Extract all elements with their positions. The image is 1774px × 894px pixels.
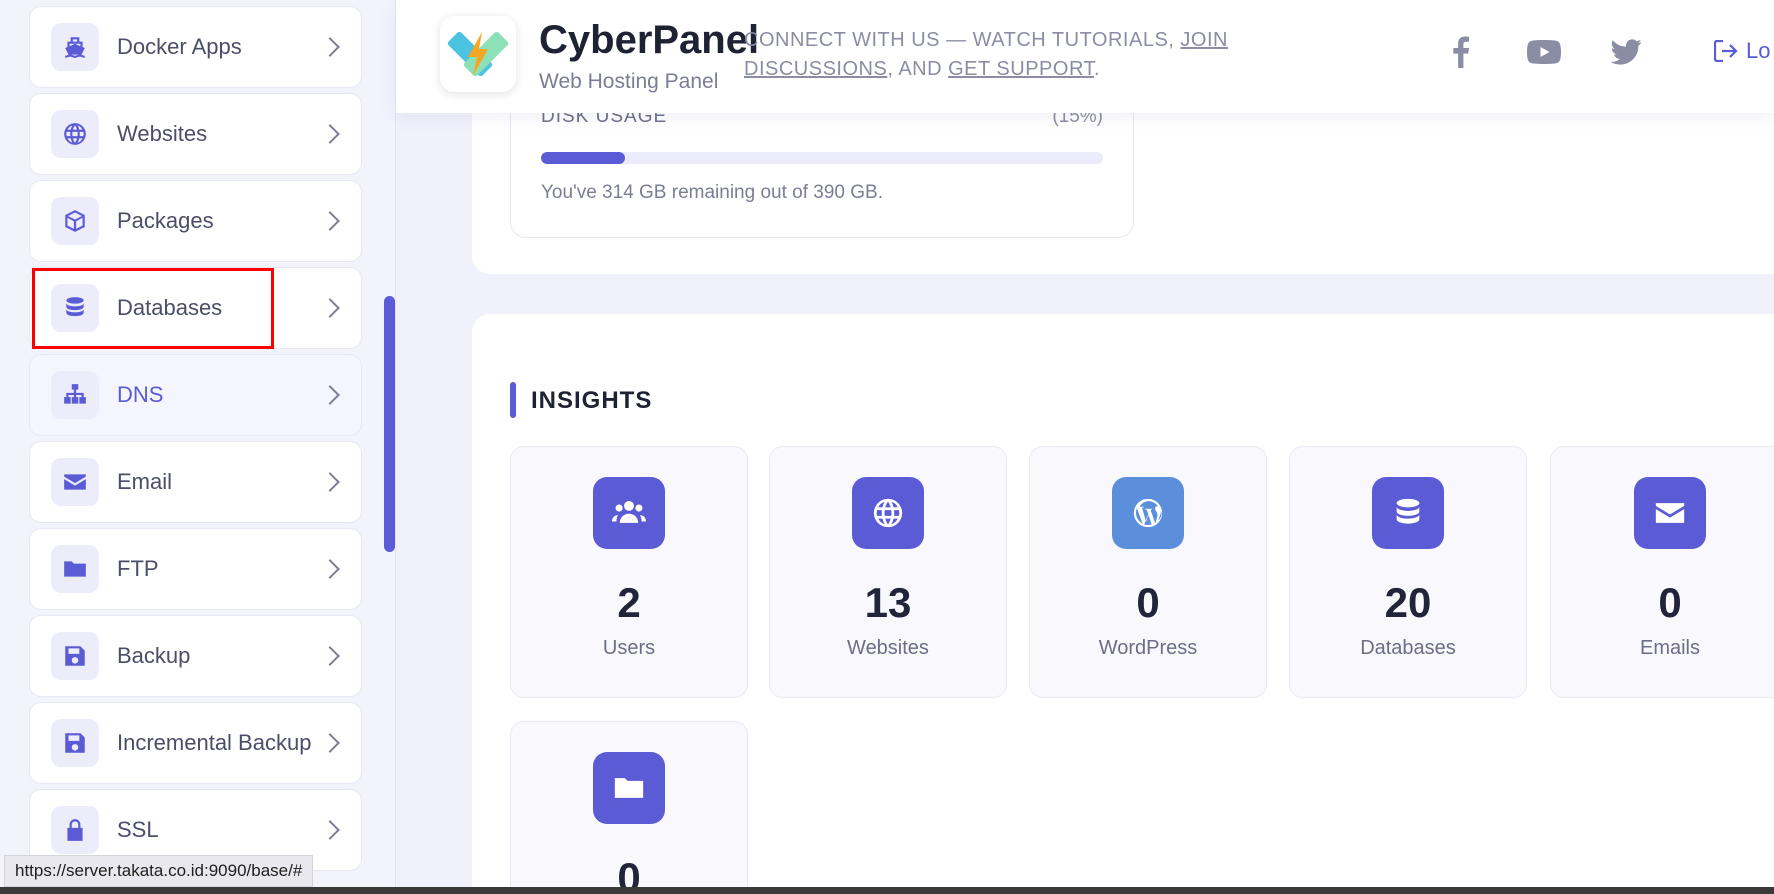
connect-mid: , AND <box>887 58 949 80</box>
browser-status-url: https://server.takata.co.id:9090/base/# <box>4 855 314 887</box>
stat-card-emails[interactable]: 0 Emails <box>1550 446 1774 698</box>
brand-subtitle: Web Hosting Panel <box>539 70 719 93</box>
stat-card-databases[interactable]: 20 Databases <box>1289 446 1527 698</box>
stat-caption: Emails <box>1639 637 1700 659</box>
database-icon <box>1372 477 1444 549</box>
stat-caption: WordPress <box>1098 637 1198 659</box>
disk-usage-fill <box>541 152 626 164</box>
chevron-right-icon <box>320 385 340 405</box>
disk-usage-note: You've 314 GB remaining out of 390 GB. <box>541 182 883 203</box>
folder-icon <box>51 545 99 593</box>
wordpress-icon <box>1112 477 1184 549</box>
window-bottom-edge <box>0 887 1774 894</box>
sidebar-item-label: Databases <box>117 295 223 320</box>
chevron-right-icon <box>320 472 340 492</box>
sidebar-item-label: DNS <box>117 382 164 407</box>
youtube-icon[interactable] <box>1526 34 1562 70</box>
cyberpanel-logo[interactable] <box>440 16 516 92</box>
ship-icon <box>51 23 99 71</box>
stat-card-websites[interactable]: 13 Websites <box>769 446 1007 698</box>
sidebar-item-email[interactable]: Email <box>29 441 362 523</box>
floppy-icon <box>51 632 99 680</box>
globe-icon <box>51 110 99 158</box>
sidebar: Docker Apps Websites Packages Databases … <box>0 0 396 894</box>
sidebar-item-packages[interactable]: Packages <box>29 180 362 262</box>
stat-caption: Users <box>602 637 656 659</box>
sidebar-item-label: Docker Apps <box>117 34 242 59</box>
chevron-right-icon <box>320 646 340 666</box>
sidebar-item-label: Packages <box>117 208 214 233</box>
stat-value: 13 <box>864 579 912 626</box>
sidebar-item-label: Email <box>117 469 173 494</box>
stat-value: 20 <box>1384 579 1432 626</box>
chevron-right-icon <box>320 37 340 57</box>
chevron-right-icon <box>320 211 340 231</box>
logout-button[interactable]: Lo <box>1714 38 1770 64</box>
twitter-icon[interactable] <box>1608 34 1644 70</box>
get-support-link[interactable]: GET SUPPORT <box>948 58 1094 80</box>
sidebar-item-ftp[interactable]: FTP <box>29 528 362 610</box>
database-icon <box>51 284 99 332</box>
chevron-right-icon <box>320 733 340 753</box>
chevron-right-icon <box>320 820 340 840</box>
connect-text: CONNECT WITH US — WATCH TUTORIALS, JOIN … <box>744 26 1364 84</box>
cube-icon <box>51 197 99 245</box>
top-header: CyberPanel Web Hosting Panel CONNECT WIT… <box>396 0 1774 113</box>
envelope-icon <box>1634 477 1706 549</box>
sidebar-item-websites[interactable]: Websites <box>29 93 362 175</box>
chevron-right-icon <box>320 298 340 318</box>
stat-caption: Databases <box>1360 637 1456 659</box>
stat-caption: Websites <box>847 637 929 659</box>
sitemap-icon <box>51 371 99 419</box>
sidebar-item-docker-apps[interactable]: Docker Apps <box>29 6 362 88</box>
connect-suffix: . <box>1094 58 1101 80</box>
folder-icon <box>593 752 665 824</box>
chevron-right-icon <box>320 559 340 579</box>
stat-card-ftp[interactable]: 0 <box>510 721 748 894</box>
sidebar-item-label: Websites <box>117 121 208 146</box>
sidebar-item-dns[interactable]: DNS <box>29 354 362 436</box>
stat-value: 0 <box>1136 579 1160 626</box>
connect-prefix: CONNECT WITH US — WATCH TUTORIALS, <box>744 29 1181 51</box>
insights-title: INSIGHTS <box>531 387 653 414</box>
users-icon <box>593 477 665 549</box>
chevron-right-icon <box>320 124 340 144</box>
disk-usage-bar <box>541 152 1103 164</box>
stat-value: 2 <box>617 579 641 626</box>
sidebar-item-label: Backup <box>117 643 191 668</box>
brand-name: CyberPanel <box>539 18 760 62</box>
globe-icon <box>852 477 924 549</box>
sidebar-item-incremental-backup[interactable]: Incremental Backup <box>29 702 362 784</box>
stat-card-wordpress[interactable]: 0 WordPress <box>1029 446 1267 698</box>
stat-card-users[interactable]: 2 Users <box>510 446 748 698</box>
sidebar-item-label: Incremental Backup <box>117 730 312 755</box>
sidebar-item-label: SSL <box>117 817 159 842</box>
sidebar-item-databases[interactable]: Databases <box>29 267 362 349</box>
facebook-icon[interactable] <box>1443 34 1479 70</box>
logo-icon <box>448 31 508 77</box>
insights-accent-bar <box>510 382 516 418</box>
envelope-icon <box>51 458 99 506</box>
lock-icon <box>51 806 99 854</box>
logout-icon <box>1714 40 1738 62</box>
stat-value: 0 <box>1658 579 1682 626</box>
sidebar-item-backup[interactable]: Backup <box>29 615 362 697</box>
sidebar-scrollbar[interactable] <box>384 296 395 552</box>
floppy-icon <box>51 719 99 767</box>
sidebar-item-label: FTP <box>117 556 159 581</box>
logout-label: Lo <box>1746 38 1771 63</box>
